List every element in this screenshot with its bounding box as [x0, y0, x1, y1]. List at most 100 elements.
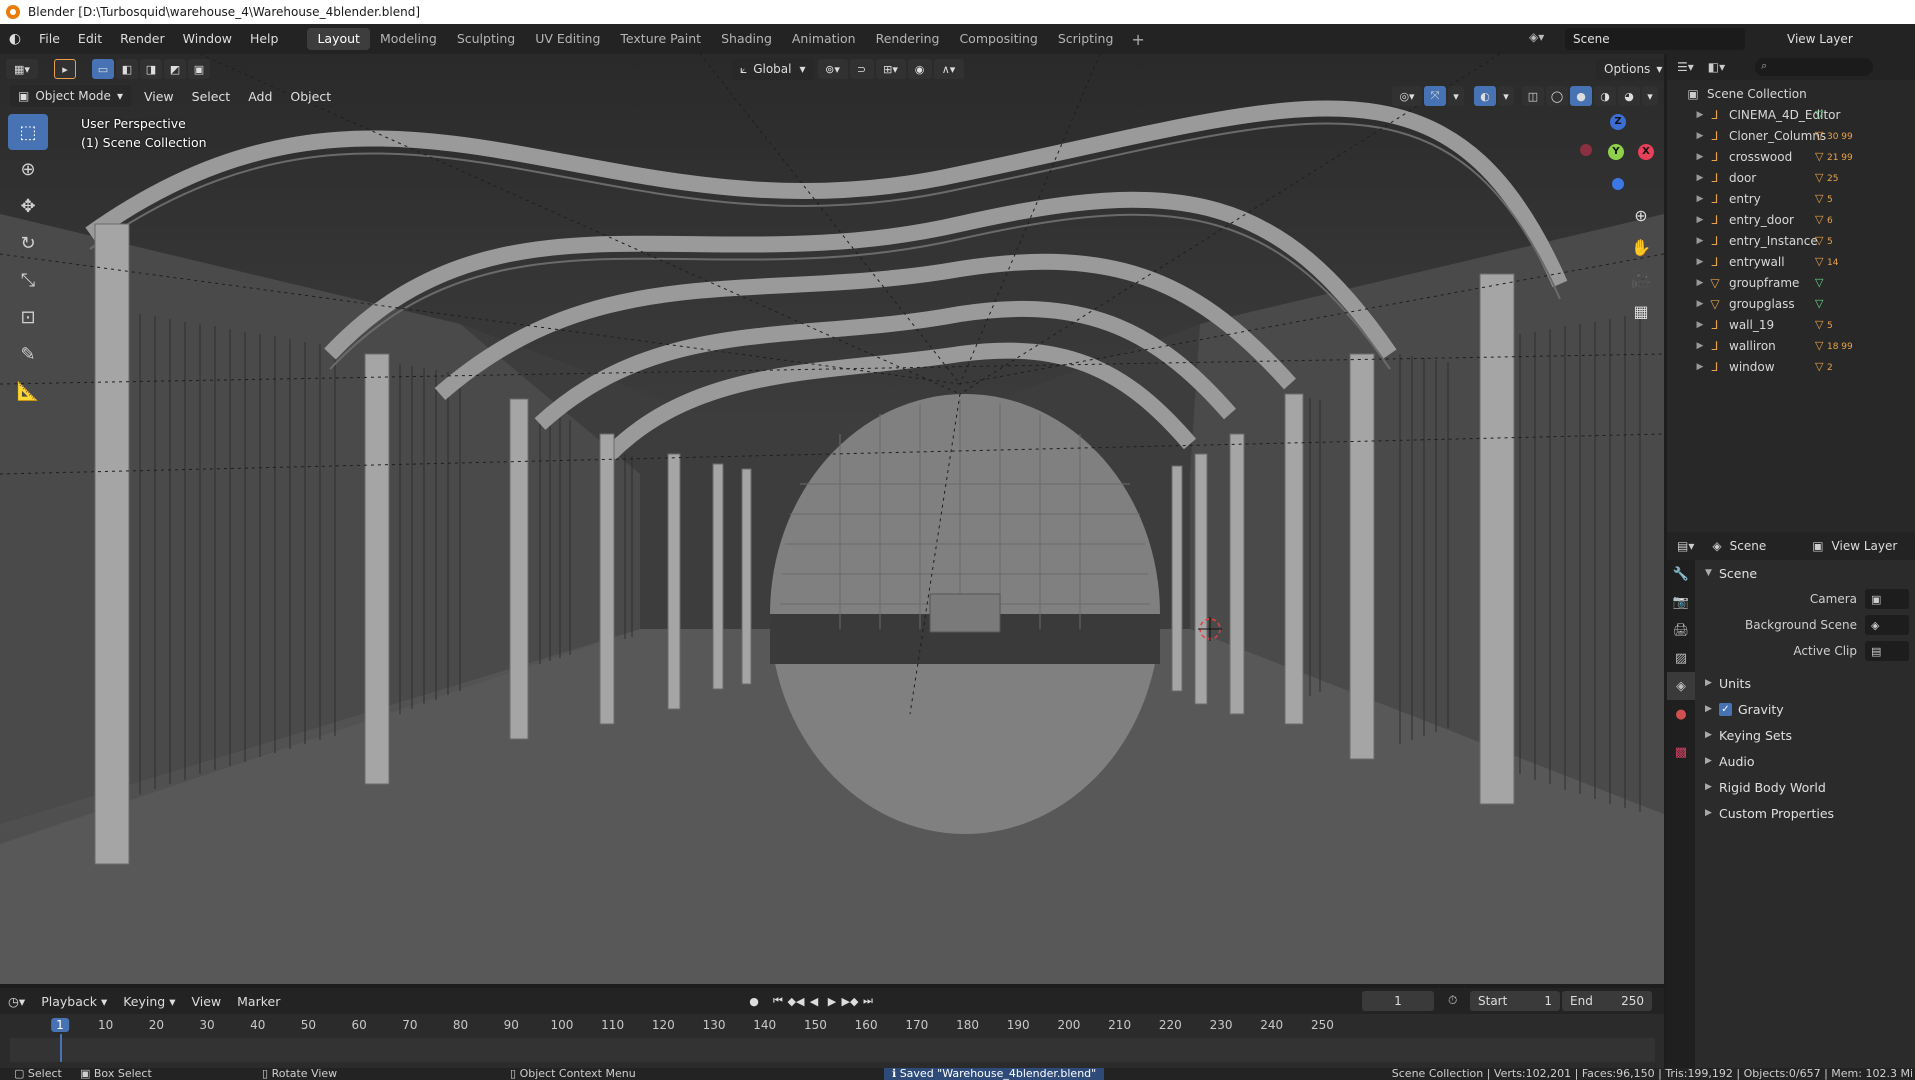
- cursor-tool-icon[interactable]: ⊕: [8, 151, 48, 187]
- ortho-grid-icon[interactable]: ▦: [1628, 298, 1654, 324]
- solid-shading-icon[interactable]: ●: [1570, 86, 1592, 106]
- falloff-icon[interactable]: ∧▾: [933, 59, 964, 79]
- rotate-tool-icon[interactable]: ↻: [8, 225, 48, 261]
- menu-view[interactable]: View: [135, 89, 183, 104]
- expand-arrow-icon[interactable]: ▶: [1693, 257, 1707, 267]
- child-count-badge[interactable]: ▽ 2: [1815, 360, 1833, 373]
- object-mode-dropdown[interactable]: ▣ Object Mode ▾: [10, 85, 131, 107]
- menu-keying[interactable]: Keying ▾: [115, 994, 183, 1009]
- play-reverse-icon[interactable]: ◀: [805, 991, 823, 1011]
- gizmo-x-axis[interactable]: X: [1638, 144, 1654, 160]
- outliner-search-input[interactable]: ⌕: [1755, 58, 1874, 76]
- active-clip-field[interactable]: ▤: [1865, 641, 1909, 661]
- display-mode-icon[interactable]: ◧▾: [1708, 60, 1725, 74]
- menu-select[interactable]: Select: [183, 89, 240, 104]
- tab-rendering[interactable]: Rendering: [866, 28, 950, 50]
- rendered-shading-icon[interactable]: ◕: [1618, 86, 1640, 106]
- start-frame-field[interactable]: Start 1: [1470, 991, 1560, 1011]
- gizmo-y-axis[interactable]: Y: [1608, 144, 1624, 160]
- jump-end-icon[interactable]: ⏭: [859, 991, 877, 1011]
- outliner-editor-icon[interactable]: ☰▾: [1677, 60, 1694, 74]
- snap-element-icon[interactable]: ⊞▾: [875, 59, 906, 79]
- gizmo-toggle-icon[interactable]: ⤧: [1424, 86, 1446, 106]
- child-count-badge[interactable]: ▽ 21 99: [1815, 150, 1853, 163]
- options-dropdown[interactable]: Options ▾: [1596, 58, 1664, 80]
- annotate-tool-icon[interactable]: ✎: [8, 336, 48, 372]
- child-count-badge[interactable]: ▽ 30 99: [1815, 129, 1853, 142]
- expand-arrow-icon[interactable]: ▶: [1693, 131, 1707, 141]
- gizmo-neg-x-axis[interactable]: [1580, 144, 1592, 156]
- gizmo-neg-z-axis[interactable]: [1612, 178, 1624, 190]
- timeline-ruler[interactable]: 1 10 20 30 40 50 60 70 80 90 100 110 120 130 140 150 160…: [10, 1014, 1660, 1036]
- child-count-badge[interactable]: ▽ 14: [1815, 255, 1838, 268]
- tab-animation[interactable]: Animation: [782, 28, 866, 50]
- outliner-item[interactable]: ▶ ⅃ wall_19 ▽ 5: [1667, 314, 1915, 335]
- output-tab-icon[interactable]: 🖨: [1667, 616, 1695, 644]
- record-icon[interactable]: ●: [745, 991, 763, 1011]
- tab-scripting[interactable]: Scripting: [1048, 28, 1124, 50]
- child-count-badge[interactable]: ▽ 5: [1815, 192, 1833, 205]
- expand-arrow-icon[interactable]: ▶: [1693, 320, 1707, 330]
- scene-panel-header[interactable]: ▼ Scene: [1697, 560, 1915, 586]
- menu-edit[interactable]: Edit: [69, 28, 111, 50]
- outliner-item[interactable]: ▶ ⅃ entrywall ▽ 14: [1667, 251, 1915, 272]
- menu-add[interactable]: Add: [239, 89, 281, 104]
- transform-orientation-dropdown[interactable]: ⟀ Global ▾: [732, 58, 814, 80]
- gizmo-z-axis[interactable]: Z: [1610, 114, 1626, 130]
- outliner-item[interactable]: ▶ ⅃ Cloner_Columns ▽ 30 99: [1667, 125, 1915, 146]
- expand-arrow-icon[interactable]: ▶: [1693, 278, 1707, 288]
- world-tab-icon[interactable]: ●: [1667, 700, 1695, 728]
- scene-selector[interactable]: Scene: [1565, 28, 1745, 50]
- navigation-gizmo[interactable]: Z Y X: [1570, 114, 1654, 194]
- child-count-badge[interactable]: ▽: [1815, 276, 1823, 289]
- child-count-badge[interactable]: ▽ 5: [1815, 234, 1833, 247]
- add-workspace-button[interactable]: +: [1123, 30, 1152, 49]
- stopwatch-icon[interactable]: ⏱: [1448, 993, 1457, 1008]
- expand-arrow-icon[interactable]: ▶: [1693, 173, 1707, 183]
- expand-arrow-icon[interactable]: ▶: [1693, 362, 1707, 372]
- child-count-badge[interactable]: ▽: [1815, 108, 1823, 121]
- zoom-icon[interactable]: ⊕: [1628, 202, 1654, 228]
- jump-start-icon[interactable]: ⏮: [769, 991, 787, 1011]
- audio-panel-header[interactable]: ▶ Audio: [1697, 748, 1915, 774]
- view-layer-tab-icon[interactable]: ▨: [1667, 644, 1695, 672]
- select-mode-invert-icon[interactable]: ◩: [164, 59, 186, 79]
- expand-arrow-icon[interactable]: ▶: [1693, 299, 1707, 309]
- tab-layout[interactable]: Layout: [307, 28, 370, 50]
- move-tool-icon[interactable]: ✥: [8, 188, 48, 224]
- select-mode-subtract-icon[interactable]: ◨: [140, 59, 162, 79]
- properties-editor-icon[interactable]: ▤▾: [1677, 539, 1694, 553]
- tab-compositing[interactable]: Compositing: [949, 28, 1047, 50]
- outliner-item[interactable]: ▶ ⅃ walliron ▽ 18 99: [1667, 335, 1915, 356]
- scale-tool-icon[interactable]: ⤡: [8, 262, 48, 298]
- next-keyframe-icon[interactable]: ▶◆: [841, 991, 859, 1011]
- tab-uv-editing[interactable]: UV Editing: [525, 28, 610, 50]
- pivot-point-icon[interactable]: ⊚▾: [817, 59, 848, 79]
- tool-tab-icon[interactable]: 🔧: [1667, 560, 1695, 588]
- visibility-icon[interactable]: ◎▾: [1392, 86, 1422, 106]
- chevron-down-icon[interactable]: ▾: [1642, 86, 1658, 106]
- menu-timeline-view[interactable]: View: [183, 994, 229, 1009]
- menu-render[interactable]: Render: [111, 28, 174, 50]
- tab-shading[interactable]: Shading: [711, 28, 782, 50]
- transform-tool-icon[interactable]: ⊡: [8, 299, 48, 335]
- menu-playback[interactable]: Playback ▾: [33, 994, 115, 1009]
- scene-collection-row[interactable]: ▣ Scene Collection: [1667, 83, 1915, 104]
- timeline-track[interactable]: [10, 1034, 1655, 1062]
- menu-help[interactable]: Help: [241, 28, 288, 50]
- expand-arrow-icon[interactable]: ▶: [1693, 215, 1707, 225]
- outliner-item[interactable]: ▶ ⅃ crosswood ▽ 21 99: [1667, 146, 1915, 167]
- menu-object[interactable]: Object: [281, 89, 340, 104]
- select-mode-new-icon[interactable]: ▭: [92, 59, 114, 79]
- child-count-badge[interactable]: ▽ 18 99: [1815, 339, 1853, 352]
- scene-tab-icon[interactable]: ◈: [1667, 672, 1695, 700]
- gravity-panel-header[interactable]: ▶ ✓ Gravity: [1697, 696, 1915, 722]
- xray-toggle-icon[interactable]: ◫: [1522, 86, 1544, 106]
- menu-marker[interactable]: Marker: [229, 994, 288, 1009]
- custom-properties-panel-header[interactable]: ▶ Custom Properties: [1697, 800, 1915, 826]
- material-shading-icon[interactable]: ◑: [1594, 86, 1616, 106]
- chevron-down-icon[interactable]: ▾: [1498, 86, 1514, 106]
- outliner-item[interactable]: ▶ ▽ groupglass ▽: [1667, 293, 1915, 314]
- units-panel-header[interactable]: ▶ Units: [1697, 670, 1915, 696]
- texture-tab-icon[interactable]: ▩: [1667, 738, 1695, 766]
